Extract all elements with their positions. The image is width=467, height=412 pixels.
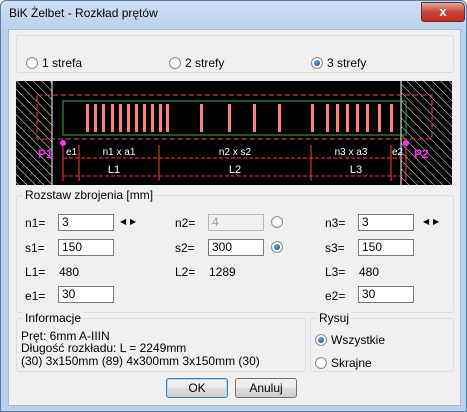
s1-label: s1= — [25, 241, 45, 255]
point-p1-marker — [60, 140, 66, 146]
ok-button[interactable]: OK — [166, 378, 228, 398]
rebar-bar — [143, 104, 146, 132]
L3-value: 480 — [359, 265, 380, 279]
n1-decrement-icon[interactable]: ◀ — [120, 217, 126, 226]
rebar-bar — [200, 104, 203, 132]
rebar-bar — [94, 104, 97, 132]
dialog-client-area: 1 strefa 2 strefy 3 strefy P1 P2 e1 e2 n… — [8, 29, 461, 406]
n2-label: n2= — [175, 216, 196, 230]
title-bar: BiK Żelbet - Rozkład prętów x — [1, 1, 466, 27]
rebar-bar — [159, 104, 162, 132]
rebar-bar — [326, 104, 329, 132]
L1-value: 480 — [59, 265, 80, 279]
rebar-bar — [336, 104, 339, 132]
rebar-bar — [366, 104, 369, 132]
rebar-bar — [151, 104, 154, 132]
s2-radio[interactable] — [271, 241, 283, 253]
label-p1: P1 — [38, 147, 53, 161]
rebar-bar — [378, 104, 381, 132]
zone-radio-1[interactable] — [26, 57, 38, 69]
L3-label: L3= — [325, 265, 346, 279]
e2-input[interactable]: 30 — [358, 286, 414, 303]
rebar-bar — [135, 104, 138, 132]
s2-input[interactable]: 300 — [208, 239, 264, 256]
close-button[interactable]: x — [421, 2, 465, 22]
radio-selected-dot — [318, 337, 324, 343]
s2-label: s2= — [175, 241, 195, 255]
n2-input[interactable]: 4 — [208, 214, 264, 231]
label-p2: P2 — [414, 147, 429, 161]
draw-all-label: Wszystkie — [331, 333, 385, 347]
rebar-bar — [86, 104, 89, 132]
n3-label: n3= — [325, 216, 346, 230]
rebar-bar — [278, 104, 281, 132]
n3-increment-icon[interactable]: ▶ — [433, 217, 439, 226]
label-n3a3: n3 x a3 — [335, 147, 368, 158]
zone-radio-2[interactable] — [169, 57, 181, 69]
label-L3: L3 — [350, 164, 362, 176]
n3-input[interactable]: 3 — [358, 214, 414, 231]
label-e1: e1 — [66, 147, 78, 158]
label-L1: L1 — [108, 164, 120, 176]
zone-label-1: 1 strefa — [42, 56, 83, 70]
info-line-layout: (30) 3x150mm (89) 4x300mm 3x150mm (30) — [21, 354, 260, 368]
rebar-layout-diagram: P1 P2 e1 e2 n1 x a1 n2 x s2 n3 x a3 L1 L… — [16, 81, 452, 185]
rebar-bar — [346, 104, 349, 132]
spacing-group-title: Rozstaw zbrojenia [mm] — [23, 188, 156, 202]
e1-input[interactable]: 30 — [58, 286, 114, 303]
rebar-bar — [311, 104, 314, 132]
L2-label: L2= — [175, 265, 196, 279]
zone-radio-3[interactable] — [311, 57, 323, 69]
label-e2: e2 — [392, 147, 404, 158]
zone-label-3: 3 strefy — [327, 56, 367, 70]
rebar-bar — [127, 104, 130, 132]
rebar-bar — [390, 104, 393, 132]
n2-radio[interactable] — [271, 216, 283, 228]
draw-all-radio[interactable] — [315, 334, 327, 346]
s3-input[interactable]: 150 — [358, 239, 414, 256]
dialog-window: BiK Żelbet - Rozkład prętów x 1 strefa 2… — [0, 0, 467, 412]
label-n2s2: n2 x s2 — [219, 147, 252, 158]
rebar-bar — [102, 104, 105, 132]
radio-selected-dot — [274, 244, 280, 250]
draw-group-title: Rysuj — [317, 311, 352, 325]
draw-edge-label: Skrajne — [331, 356, 372, 370]
n1-label: n1= — [25, 216, 46, 230]
radio-selected-dot — [314, 60, 320, 66]
info-group-title: Informacje — [23, 311, 84, 325]
rebar-bar — [111, 104, 114, 132]
left-support-hatch — [16, 81, 52, 185]
n1-increment-icon[interactable]: ▶ — [130, 217, 136, 226]
s3-label: s3= — [325, 241, 345, 255]
e1-label: e1= — [25, 289, 46, 303]
e2-label: e2= — [325, 289, 346, 303]
point-p2-marker — [403, 140, 409, 146]
window-title: BiK Żelbet - Rozkład prętów — [9, 6, 158, 20]
L1-label: L1= — [25, 265, 46, 279]
L2-value: 1289 — [209, 265, 236, 279]
rebar-bar — [228, 104, 231, 132]
cancel-button[interactable]: Anuluj — [235, 378, 297, 398]
s1-input[interactable]: 150 — [58, 239, 114, 256]
n3-decrement-icon[interactable]: ◀ — [423, 217, 429, 226]
close-icon: x — [439, 4, 447, 19]
rebar-bar — [166, 104, 169, 132]
info-line-length: Długość rozkładu: L = 2249mm — [21, 341, 187, 355]
zone-label-2: 2 strefy — [185, 56, 225, 70]
rebar-bar — [119, 104, 122, 132]
rebar-bar — [356, 104, 359, 132]
label-n1a1: n1 x a1 — [103, 147, 136, 158]
label-L2: L2 — [229, 164, 241, 176]
n1-input[interactable]: 3 — [58, 214, 114, 231]
draw-edge-radio[interactable] — [315, 357, 327, 369]
right-support-hatch — [401, 81, 452, 185]
rebar-bar — [253, 104, 256, 132]
